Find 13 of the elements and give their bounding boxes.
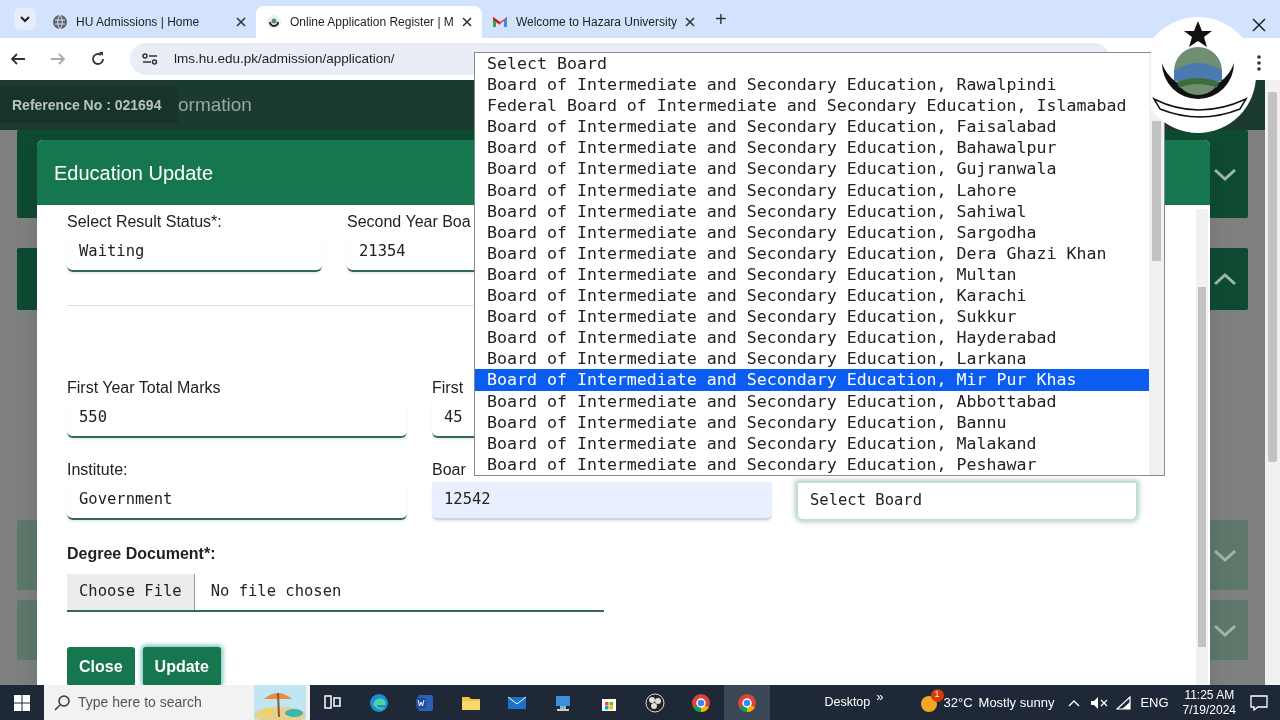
field-label: First Year Total Marks bbox=[67, 379, 221, 396]
temperature: 32°C bbox=[943, 693, 973, 712]
field-label: Degree Document*: bbox=[67, 545, 216, 562]
notification-badge: 1 bbox=[930, 688, 944, 702]
field-label: Select Result Status*: bbox=[67, 213, 222, 230]
field-label: Second Year Boa bbox=[347, 213, 471, 230]
field-label: First bbox=[432, 379, 464, 396]
weather-text: Mostly sunny bbox=[978, 693, 1055, 712]
reference-number: Reference No : 021694 bbox=[0, 87, 178, 123]
modal-title: Education Update bbox=[54, 160, 213, 186]
page-heading: ormation bbox=[178, 92, 252, 117]
field-label: Institute: bbox=[67, 461, 128, 478]
field-label: Boar bbox=[432, 461, 466, 478]
